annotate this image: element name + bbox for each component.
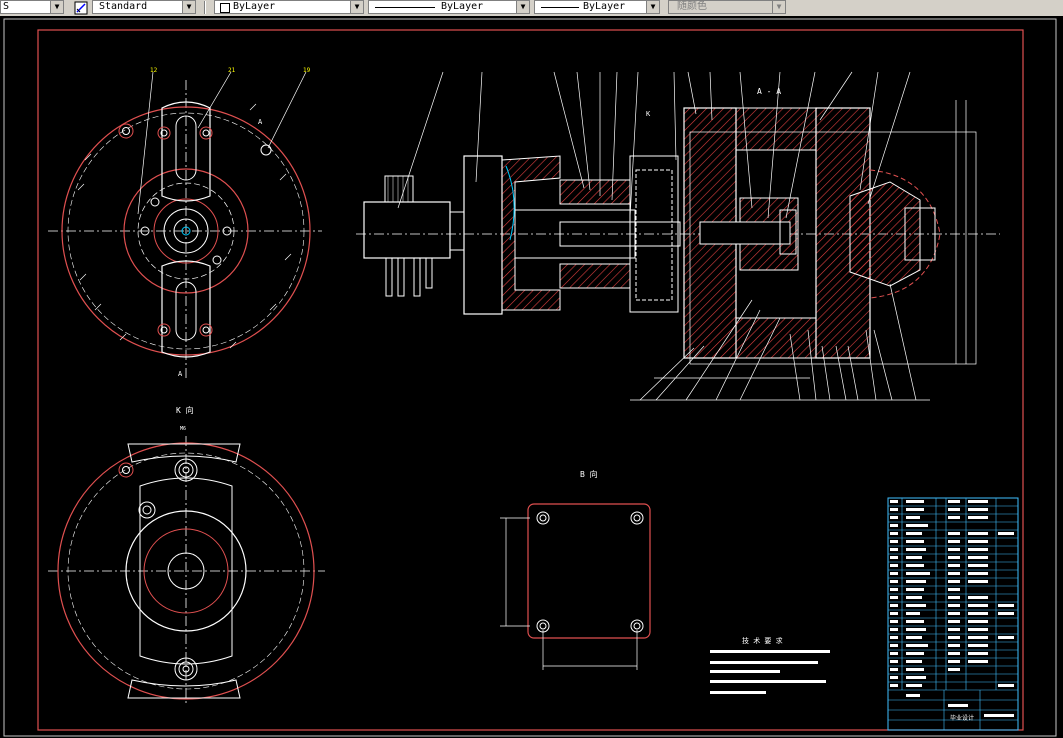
plot-style-select: 随颜色 ▼ [668, 0, 786, 14]
notes-title: 技 术 要 求 [742, 636, 783, 645]
linetype-value: ByLayer [441, 1, 484, 12]
dimension-style-select[interactable]: Standard ▼ [92, 0, 196, 14]
lineweight-preview [541, 7, 579, 8]
layer-select[interactable]: ByLayer ▼ [214, 0, 364, 14]
separator [204, 1, 206, 14]
chevron-down-icon[interactable]: ▼ [182, 1, 195, 13]
svg-text:21: 21 [228, 67, 236, 74]
chevron-down-icon[interactable]: ▼ [350, 1, 363, 13]
layer-value: ByLayer [233, 1, 276, 12]
svg-text:12: 12 [150, 67, 158, 74]
linetype-preview [375, 7, 435, 8]
drawing-canvas[interactable]: 12 21 19 A A K 向 M6 A - A K B 向 技 术 要 求 … [0, 16, 1063, 738]
b-view-label: B 向 [580, 469, 598, 479]
lineweight-select[interactable]: ByLayer ▼ [534, 0, 660, 14]
chevron-down-icon: ▼ [772, 1, 785, 13]
title-block-text: 毕业设计 [950, 714, 974, 722]
chevron-down-icon[interactable]: ▼ [50, 1, 63, 13]
svg-text:M6: M6 [180, 426, 186, 432]
text-style-select[interactable]: S ▼ [0, 0, 64, 14]
svg-text:19: 19 [303, 67, 311, 74]
k-view-label: K 向 [176, 405, 194, 415]
text-style-value: S [3, 1, 10, 12]
lineweight-value: ByLayer [583, 1, 626, 12]
properties-toolbar: S ▼ Standard ▼ ByLayer ▼ ByLayer ▼ ByLay… [0, 0, 1063, 17]
chevron-down-icon[interactable]: ▼ [646, 1, 659, 13]
section-label: A - A [757, 87, 781, 96]
linetype-select[interactable]: ByLayer ▼ [368, 0, 530, 14]
chevron-down-icon[interactable]: ▼ [516, 1, 529, 13]
layer-color-swatch [220, 3, 230, 13]
dimension-style-icon[interactable] [74, 0, 88, 15]
plot-style-value: 随颜色 [677, 1, 707, 12]
dimension-style-value: Standard [99, 1, 148, 12]
